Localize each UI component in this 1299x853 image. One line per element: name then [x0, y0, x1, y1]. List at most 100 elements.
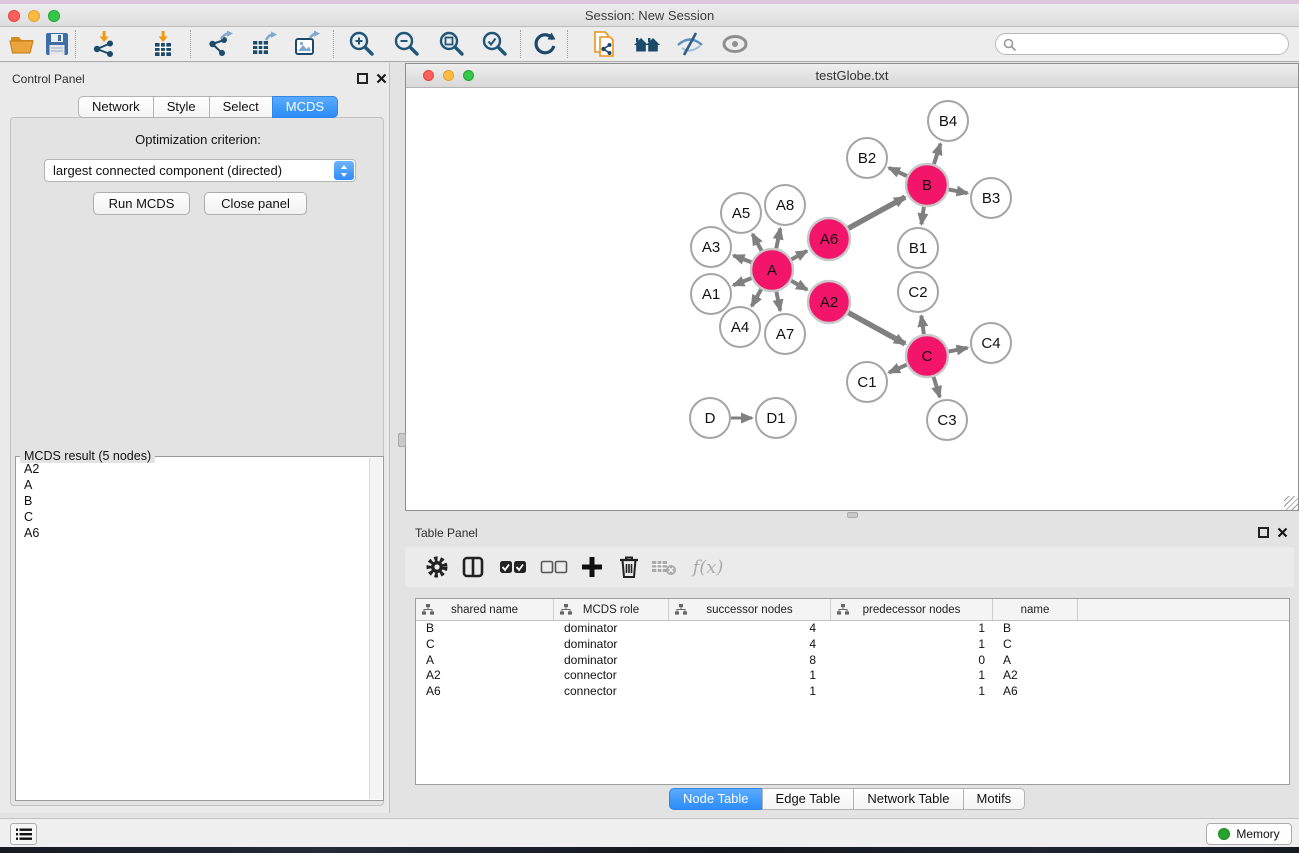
mcds-result-item[interactable]: A6 — [16, 525, 368, 541]
zoom-in-icon[interactable] — [346, 29, 378, 59]
table-cell: 1 — [831, 684, 993, 700]
table-cell: dominator — [554, 621, 669, 637]
table-settings-gear-icon[interactable] — [421, 552, 453, 582]
graph-node-label: C4 — [981, 335, 1000, 352]
graph-edge-A-A7[interactable] — [776, 292, 780, 311]
result-scrollbar[interactable] — [369, 458, 382, 799]
save-session-icon[interactable] — [41, 29, 73, 59]
graph-edge-C-C1[interactable] — [889, 365, 907, 373]
tab-select[interactable]: Select — [209, 96, 273, 118]
delete-row-icon[interactable] — [613, 552, 645, 582]
graph-edge-A-A3[interactable] — [734, 256, 752, 263]
control-panel-title: Control Panel — [12, 72, 85, 86]
tab-mcds[interactable]: MCDS — [272, 96, 338, 118]
graph-edge-A6-B[interactable] — [848, 197, 905, 228]
dropdown-stepper-icon — [334, 161, 354, 180]
graph-edge-B-B3[interactable] — [949, 189, 968, 193]
task-history-list-icon[interactable] — [10, 823, 37, 845]
mcds-result-item[interactable]: A2 — [16, 461, 368, 477]
column-visibility-icon[interactable] — [457, 552, 489, 582]
export-network-icon[interactable] — [204, 29, 236, 59]
import-network-icon[interactable] — [88, 29, 120, 59]
zoom-out-icon[interactable] — [391, 29, 423, 59]
graph-edge-A-A8[interactable] — [776, 229, 780, 249]
zoom-fit-icon[interactable] — [436, 29, 468, 59]
column-header-shared-name[interactable]: shared name — [416, 599, 554, 620]
tab-motifs[interactable]: Motifs — [963, 788, 1026, 810]
graph-edge-C-C2[interactable] — [921, 316, 924, 334]
network-window-title: testGlobe.txt — [406, 68, 1298, 83]
hide-selected-eye-icon[interactable] — [674, 29, 706, 59]
table-row[interactable]: Adominator80A — [416, 653, 1289, 669]
graph-edge-B-B1[interactable] — [921, 207, 924, 224]
search-field[interactable] — [995, 33, 1289, 55]
network-horizontal-scrollbar[interactable] — [847, 512, 858, 518]
show-all-eye-icon[interactable] — [719, 29, 751, 59]
mcds-result-item[interactable]: B — [16, 493, 368, 509]
window-resize-grip[interactable] — [1284, 496, 1298, 510]
table-cell: A2 — [416, 668, 554, 684]
mcds-result-item[interactable]: A — [16, 477, 368, 493]
zoom-selected-icon[interactable] — [479, 29, 511, 59]
table-row[interactable]: A2connector11A2 — [416, 668, 1289, 684]
tab-edge-table[interactable]: Edge Table — [762, 788, 855, 810]
control-panel-tabs: NetworkStyleSelectMCDS — [78, 96, 338, 118]
table-row[interactable]: A6connector11A6 — [416, 684, 1289, 700]
tab-node-table[interactable]: Node Table — [669, 788, 763, 810]
add-row-icon[interactable] — [576, 552, 608, 582]
graph-edge-B-B2[interactable] — [889, 168, 907, 176]
close-table-panel-icon[interactable] — [1277, 527, 1288, 538]
table-cell: 4 — [669, 637, 831, 653]
table-toolbar: f(x) — [405, 547, 1294, 587]
graph-edge-A-A4[interactable] — [752, 289, 762, 306]
mcds-result-item[interactable]: C — [16, 509, 368, 525]
clone-network-icon[interactable] — [588, 29, 620, 59]
table-row[interactable]: Cdominator41C — [416, 637, 1289, 653]
table-tabs: Node TableEdge TableNetwork TableMotifs — [669, 788, 1025, 810]
graph-edge-A2-C[interactable] — [848, 313, 905, 344]
tab-style[interactable]: Style — [153, 96, 210, 118]
table-row[interactable]: Bdominator41B — [416, 621, 1289, 637]
network-graph[interactable]: B4B2BB3A8A5A6A3B1AC2A1A2A4A7C4CC1DD1C3 — [406, 89, 1298, 510]
table-cell: A6 — [416, 684, 554, 700]
column-header-predecessor-nodes[interactable]: predecessor nodes — [831, 599, 993, 620]
memory-button[interactable]: Memory — [1206, 823, 1292, 845]
column-header-successor-nodes[interactable]: successor nodes — [669, 599, 831, 620]
float-panel-icon[interactable] — [357, 73, 368, 84]
export-table-icon[interactable] — [248, 29, 280, 59]
graph-edge-A-A2[interactable] — [791, 281, 807, 290]
graph-node-label: D1 — [766, 410, 785, 427]
deselect-all-check-icon[interactable] — [538, 552, 570, 582]
close-panel-button[interactable]: Close panel — [204, 192, 307, 215]
run-mcds-button[interactable]: Run MCDS — [93, 192, 190, 215]
criterion-dropdown[interactable]: largest connected component (directed) — [44, 159, 356, 182]
table-cell: dominator — [554, 653, 669, 669]
graph-edge-C-C3[interactable] — [934, 377, 940, 397]
graph-edge-A-A5[interactable] — [753, 234, 762, 251]
network-canvas[interactable]: B4B2BB3A8A5A6A3B1AC2A1A2A4A7C4CC1DD1C3 — [406, 89, 1298, 510]
import-table-icon[interactable] — [147, 29, 179, 59]
graph-edge-A-A1[interactable] — [733, 278, 751, 285]
delete-table-icon[interactable] — [648, 552, 680, 582]
graph-edge-C-C4[interactable] — [949, 348, 968, 352]
open-folder-icon[interactable] — [6, 29, 38, 59]
table-panel: Table Panel f(x) shared nameMCDS rolesuc… — [400, 515, 1299, 818]
home-view-icon[interactable] — [631, 29, 663, 59]
table-cell: 1 — [831, 668, 993, 684]
close-panel-icon[interactable] — [376, 73, 387, 84]
tab-network[interactable]: Network — [78, 96, 154, 118]
search-input[interactable] — [1022, 35, 1282, 53]
table-cell: A2 — [993, 668, 1078, 684]
network-vertical-scrollbar[interactable] — [398, 433, 406, 447]
refresh-view-icon[interactable] — [529, 29, 561, 59]
tab-network-table[interactable]: Network Table — [853, 788, 963, 810]
graph-node-label: A2 — [820, 294, 838, 311]
export-image-icon[interactable] — [291, 29, 323, 59]
column-header-MCDS-role[interactable]: MCDS role — [554, 599, 669, 620]
graph-edge-B-B4[interactable] — [934, 144, 941, 164]
select-all-check-icon[interactable] — [497, 552, 529, 582]
graph-edge-A-A6[interactable] — [791, 251, 807, 260]
function-builder-icon[interactable]: f(x) — [687, 552, 729, 582]
float-table-panel-icon[interactable] — [1258, 527, 1269, 538]
column-header-name[interactable]: name — [993, 599, 1078, 620]
